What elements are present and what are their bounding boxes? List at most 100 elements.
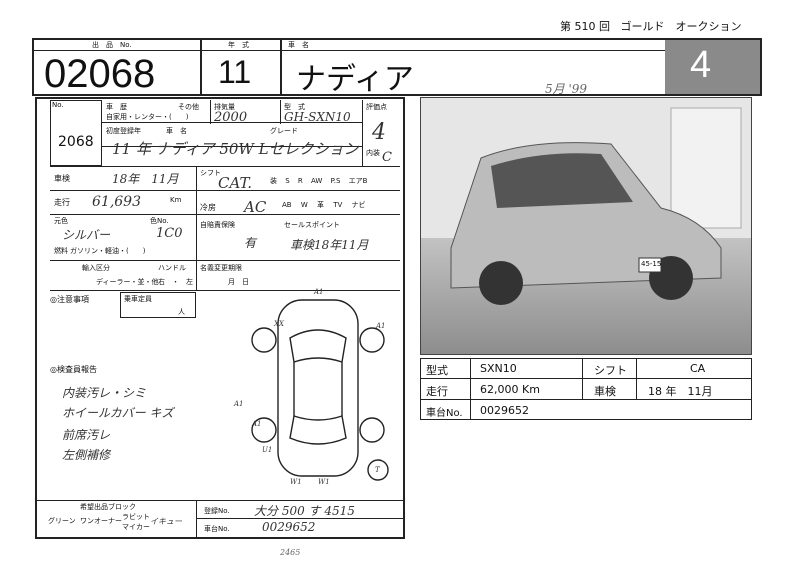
mileage-unit: Km: [170, 196, 182, 204]
fuel-label: 燃料: [54, 247, 68, 255]
reg-label: 初度登録年: [106, 127, 141, 135]
mark-left-rear: A1: [252, 420, 262, 428]
summary-value-model: SXN10: [480, 362, 517, 375]
inspection-value: 18年 11月: [112, 172, 179, 186]
auction-name: ゴールド オークション: [620, 20, 742, 33]
bottom-col: [196, 500, 197, 538]
mark-right: A1: [376, 322, 386, 330]
handle-label: ハンドル: [158, 264, 186, 272]
ikyu-label: イキュー: [150, 517, 182, 526]
recycle-label: 自賠責保険: [200, 221, 235, 229]
car-photo-drawing: [421, 98, 751, 305]
owner-label: 車 歴: [106, 103, 127, 111]
wheel-front-left: [251, 327, 277, 353]
block-label: 希望出品ブロック: [80, 503, 136, 511]
capacity-unit: 人: [178, 308, 185, 316]
mileage-label: 走行: [54, 198, 70, 207]
summary-value-mileage: 62,000 Km: [480, 383, 540, 396]
reg-no-value: 大分 500 す 4515: [254, 504, 355, 518]
model-value: ナディア: [296, 62, 414, 97]
col-line-model: [280, 100, 281, 124]
top-row-sep2: [280, 38, 282, 96]
top-row-sep1: [200, 38, 202, 96]
green-label: グリーン: [48, 517, 76, 525]
equip2-label-4: ナビ: [351, 201, 366, 209]
name-change-value: 月 日: [228, 278, 249, 286]
bottom-line: [35, 500, 405, 501]
equip-label-3: AW: [311, 177, 323, 185]
auction-header: 第 510 回 ゴールド オークション: [560, 18, 742, 34]
mileage-value: 61,693: [92, 194, 141, 210]
mark-front: A1: [314, 288, 324, 296]
wheel-rear-right: [359, 417, 385, 443]
col-line-mid: [196, 166, 197, 290]
equip-label-0: 装: [270, 177, 277, 185]
sales-point-value: 車検18年11月: [290, 238, 369, 252]
summary-label-inspection: 車検: [594, 385, 616, 398]
capacity-label: 乗車定員: [124, 295, 152, 303]
summary-value-inspection: 18 年 11月: [648, 385, 713, 398]
rear-window: [289, 415, 347, 445]
score-value: 4: [372, 120, 386, 145]
row-line-5: [50, 214, 400, 215]
score-label: 評価点: [366, 103, 387, 111]
license-plate: 45-15: [641, 260, 662, 268]
color-code-label: 色No.: [150, 217, 169, 225]
round-prefix: 第: [560, 20, 571, 33]
summary-label-model: 型式: [426, 364, 448, 377]
inspector-note-3: 前席汚レ: [62, 428, 111, 442]
equip2-label-2: 革: [316, 201, 324, 209]
summary-value-vin: 0029652: [480, 404, 529, 417]
equip2-label-1: W: [300, 201, 308, 209]
fuel-value: ガソリン・軽油・( ): [70, 247, 146, 255]
interior-value: C: [382, 150, 392, 165]
car-photo: 45-15: [420, 97, 752, 355]
top-row-divider: [32, 50, 667, 51]
col-line-score: [362, 100, 363, 166]
no-value: 2068: [58, 134, 94, 150]
owner-options: 自家用・レンター・( ): [106, 113, 189, 121]
inspector-note-2: ホイールカバー キズ: [62, 406, 174, 420]
footer-number: 2465: [280, 548, 301, 557]
color-label: 元色: [54, 217, 68, 225]
lot-label: 出 品 No.: [92, 41, 132, 49]
model-label: 車 名: [288, 41, 309, 49]
inspector-note-1: 内装汚レ・シミ: [62, 386, 147, 400]
no-label: No.: [52, 101, 64, 109]
interior-label: 内装: [366, 149, 380, 157]
wheel-front-right: [359, 327, 385, 353]
grade-label: グレード: [270, 127, 298, 135]
col-line-engine: [210, 100, 211, 124]
no-box: [50, 100, 102, 166]
shift-value: CAT.: [218, 174, 253, 192]
mark-t: T: [375, 466, 380, 474]
name-change-label: 名義変更期限: [200, 264, 242, 272]
windshield: [289, 329, 347, 363]
equip-label-2: R: [297, 177, 303, 185]
inspection-label: 車検: [54, 174, 70, 183]
car-name-label: 車 名: [166, 127, 187, 135]
row-line-3: [50, 166, 400, 167]
reg-no-label: 登録No.: [204, 507, 230, 515]
summary-col-3: [636, 358, 637, 399]
owner-other-label: その他: [178, 103, 199, 111]
summary-label-vin: 車台No.: [426, 408, 463, 419]
damage-diagram: [251, 299, 389, 481]
ac-label: 冷房: [200, 203, 216, 212]
round-suffix: 回: [599, 20, 610, 33]
equip-label-5: エアB: [348, 177, 368, 185]
reg-handwritten: 11 年 ナディア 50W Lセレクション: [112, 140, 359, 158]
round-number: 510: [574, 20, 596, 33]
engine-value: 2000: [214, 110, 248, 125]
equip2-label-0: AB: [282, 201, 292, 209]
car-outline: [277, 299, 359, 477]
equip-label-4: P.S: [330, 177, 341, 185]
sales-point-label: セールスポイント: [284, 221, 340, 229]
mark-rear-1: W1: [290, 478, 302, 486]
row-line-6: [50, 260, 400, 261]
equip-row-2: AB W 革 TV ナビ: [282, 200, 366, 210]
color-value: シルバー: [62, 228, 111, 242]
summary-col-2: [582, 358, 583, 399]
year-label: 年 式: [228, 41, 249, 49]
grade-box: [665, 40, 760, 94]
